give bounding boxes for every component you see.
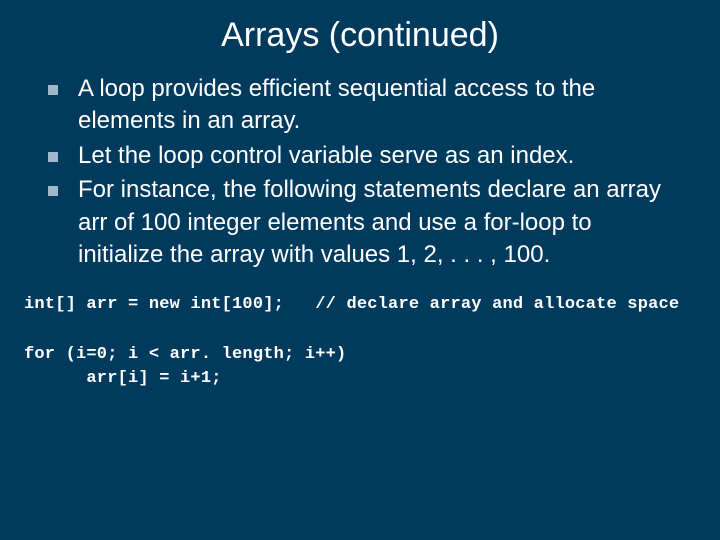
- list-item: For instance, the following statements d…: [48, 174, 680, 271]
- bullet-text: A loop provides efficient sequential acc…: [78, 73, 680, 138]
- list-item: Let the loop control variable serve as a…: [48, 140, 680, 172]
- slide: Arrays (continued) A loop provides effic…: [0, 0, 720, 540]
- list-item: A loop provides efficient sequential acc…: [48, 73, 680, 138]
- bullet-list: A loop provides efficient sequential acc…: [48, 73, 680, 271]
- bullet-square-icon: [48, 85, 58, 95]
- code-block: int[] arr = new int[100]; // declare arr…: [24, 293, 700, 392]
- bullet-square-icon: [48, 186, 58, 196]
- slide-title: Arrays (continued): [20, 16, 700, 55]
- bullet-text: For instance, the following statements d…: [78, 174, 680, 271]
- bullet-text: Let the loop control variable serve as a…: [78, 140, 680, 172]
- bullet-square-icon: [48, 152, 58, 162]
